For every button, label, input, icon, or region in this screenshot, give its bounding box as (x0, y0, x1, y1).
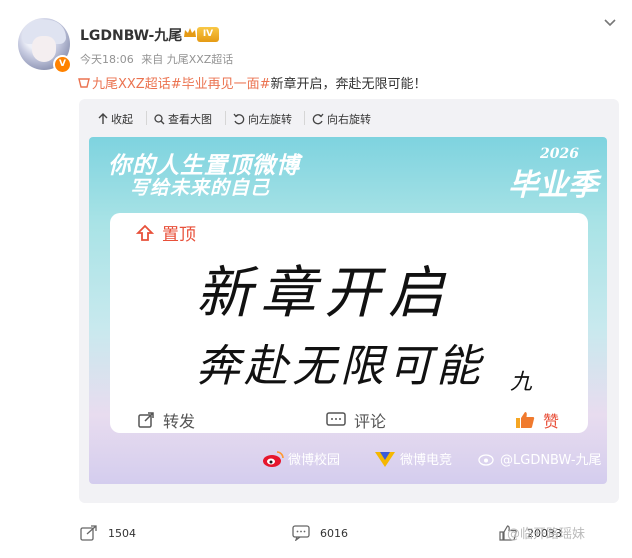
weibo-campus-text: 微博校园 (288, 453, 341, 468)
image-like-text: 赞 (543, 412, 560, 431)
image-forward-text: 转发 (163, 412, 196, 431)
image-comment-label: 评论 (326, 408, 386, 432)
esports-icon (375, 451, 395, 467)
search-icon (154, 113, 165, 124)
image-pin-label: 置顶 (136, 220, 196, 245)
post-time[interactable]: 今天18:06 (80, 53, 134, 66)
rotate-right-icon (312, 113, 324, 125)
hashtag-link[interactable]: #毕业再见一面# (171, 77, 271, 92)
level-badge[interactable]: IV (197, 27, 219, 42)
handwriting-line2: 奔赴无限可能 (196, 341, 484, 392)
comment-count: 6016 (320, 526, 348, 540)
collapse-button[interactable]: 收起 (98, 111, 133, 127)
chevron-down-icon[interactable] (601, 14, 619, 32)
view-large-label: 查看大图 (168, 113, 212, 126)
collapse-label: 收起 (111, 113, 133, 126)
weibo-watermark-icon (478, 453, 494, 466)
view-large-button[interactable]: 查看大图 (154, 111, 212, 127)
image-watermark: @LGDNBW-九尾 (478, 449, 602, 468)
repost-button[interactable]: 1504 (80, 525, 136, 541)
image-watermark-text: @LGDNBW-九尾 (500, 453, 602, 468)
forward-icon (138, 412, 154, 428)
repost-count: 1504 (108, 526, 136, 540)
comment-icon (326, 412, 346, 426)
handwriting-line1: 新章开启 (196, 261, 452, 326)
toolbar-divider (146, 111, 147, 125)
weibo-icon (263, 450, 284, 467)
rotate-left-label: 向左旋转 (248, 113, 292, 126)
image-like-label: 赞 (515, 408, 559, 432)
rotate-right-button[interactable]: 向右旋转 (312, 111, 371, 127)
pin-text: 置顶 (162, 225, 196, 245)
super-topic-icon (78, 78, 90, 88)
verified-badge-icon: V (53, 55, 72, 74)
arrow-up-icon (98, 113, 108, 124)
weibo-esports-text: 微博电竞 (400, 453, 453, 468)
image-comment-text: 评论 (354, 412, 387, 431)
handwriting-signature: 九 (510, 370, 533, 395)
screenshot-watermark: @临开路瑶妹 (507, 527, 586, 542)
thumbs-up-icon (516, 412, 535, 428)
comment-button[interactable]: 6016 (292, 525, 348, 541)
weibo-campus-logo: 微博校园 (262, 449, 340, 468)
rotate-left-button[interactable]: 向左旋转 (233, 111, 292, 127)
post-body: 新章开启，奔赴无限可能！ (270, 77, 427, 92)
crown-icon (184, 28, 196, 37)
username[interactable]: LGDNBW-九尾 (80, 25, 182, 45)
image-slogan-line2: 写给未来的自己 (130, 177, 271, 199)
post-source[interactable]: 来自 九尾XXZ超话 (141, 53, 233, 66)
post-meta: 今天18:06 来自 九尾XXZ超话 (80, 51, 237, 67)
avatar-face (32, 36, 56, 62)
topic-link[interactable]: 九尾XXZ超话 (92, 77, 171, 92)
post-text: 九尾XXZ超话#毕业再见一面#新章开启，奔赴无限可能！ (78, 73, 427, 92)
repost-icon (80, 525, 97, 541)
weibo-esports-logo: 微博电竞 (374, 449, 452, 468)
rotate-right-label: 向右旋转 (327, 113, 371, 126)
rotate-left-icon (233, 113, 245, 125)
toolbar-divider (225, 111, 226, 125)
comment-icon (292, 525, 310, 541)
pin-arrow-icon (136, 224, 154, 241)
toolbar-divider (304, 111, 305, 125)
image-season: 毕业季 (508, 168, 598, 203)
image-forward-label: 转发 (137, 408, 195, 432)
